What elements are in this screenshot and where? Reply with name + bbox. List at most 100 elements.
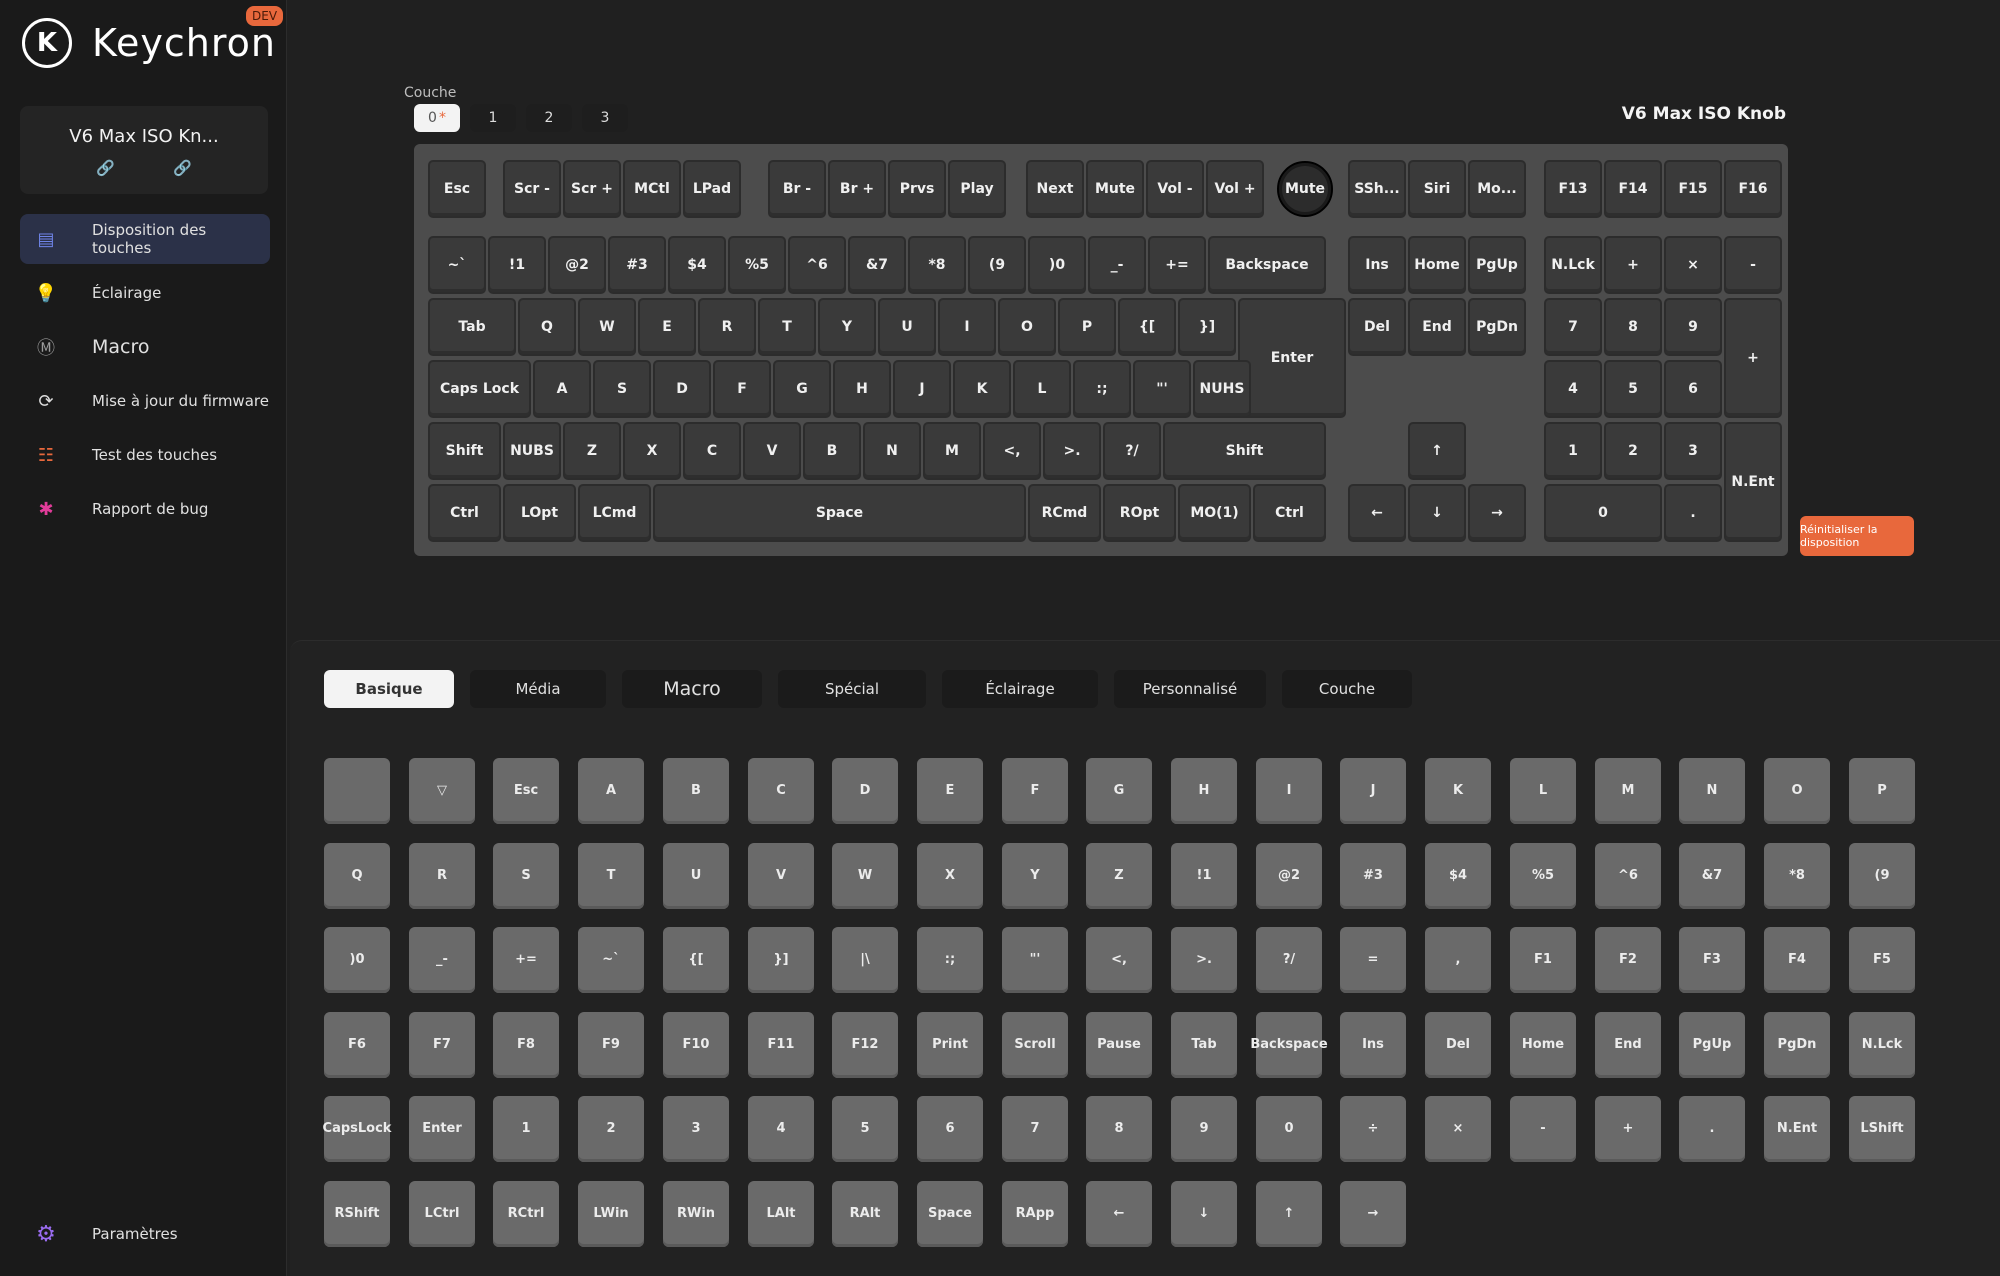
keyboard-key[interactable]: Z xyxy=(563,422,621,480)
sidebar-item-lighting[interactable]: 💡 Éclairage xyxy=(20,268,270,318)
settings-button[interactable]: ⚙ Paramètres xyxy=(34,1222,177,1247)
keyboard-key[interactable]: LPad xyxy=(683,160,741,218)
keyboard-key[interactable]: ~ ` xyxy=(428,236,486,294)
tab-éclairage[interactable]: Éclairage xyxy=(942,670,1098,708)
keyboard-key[interactable]: Br + xyxy=(828,160,886,218)
keyboard-key[interactable]: Scr + xyxy=(563,160,621,218)
keycode-button[interactable]: Space xyxy=(917,1181,983,1247)
keyboard-key[interactable]: Shift xyxy=(428,422,501,480)
keyboard-key[interactable]: R xyxy=(698,298,756,356)
keycode-button[interactable]: 2 xyxy=(578,1096,644,1162)
keycode-button[interactable]: ) 0 xyxy=(324,927,390,993)
keycode-button[interactable] xyxy=(324,758,390,824)
keyboard-key[interactable]: N.Ent xyxy=(1724,422,1782,542)
keycode-button[interactable]: B xyxy=(663,758,729,824)
keyboard-key[interactable]: Ctrl xyxy=(428,484,501,542)
keyboard-key[interactable]: I xyxy=(938,298,996,356)
keycode-button[interactable]: ^ 6 xyxy=(1595,843,1661,909)
keycode-button[interactable]: + = xyxy=(493,927,559,993)
keycode-button[interactable]: F5 xyxy=(1849,927,1915,993)
keyboard-key[interactable]: PgDn xyxy=(1468,298,1526,356)
keycode-button[interactable]: × xyxy=(1425,1096,1491,1162)
keycode-button[interactable]: RCtrl xyxy=(493,1181,559,1247)
keyboard-key[interactable]: Vol - xyxy=(1146,160,1204,218)
tab-couche[interactable]: Couche xyxy=(1282,670,1412,708)
keycode-button[interactable]: Tab xyxy=(1171,1012,1237,1078)
keyboard-key[interactable]: 5 xyxy=(1604,360,1662,418)
keycode-button[interactable]: C xyxy=(748,758,814,824)
keycode-button[interactable]: F1 xyxy=(1510,927,1576,993)
sidebar-item-macro[interactable]: Ⓜ Macro xyxy=(20,322,270,372)
keycode-button[interactable]: F2 xyxy=(1595,927,1661,993)
keyboard-key[interactable]: :; xyxy=(1073,360,1131,418)
keyboard-key[interactable]: Tab xyxy=(428,298,516,356)
keycode-button[interactable]: W xyxy=(832,843,898,909)
keycode-button[interactable]: F11 xyxy=(748,1012,814,1078)
keycode-button[interactable]: 4 xyxy=(748,1096,814,1162)
keyboard-key[interactable]: Mute xyxy=(1277,161,1333,217)
tab-macro[interactable]: Macro xyxy=(622,670,762,708)
keycode-button[interactable]: O xyxy=(1764,758,1830,824)
keyboard-key[interactable]: End xyxy=(1408,298,1466,356)
keyboard-key[interactable]: D xyxy=(653,360,711,418)
keycode-button[interactable]: ÷ xyxy=(1340,1096,1406,1162)
keycode-button[interactable]: Enter xyxy=(409,1096,475,1162)
keyboard-key[interactable]: }] xyxy=(1178,298,1236,356)
keyboard-key[interactable]: + xyxy=(1724,298,1782,418)
keycode-button[interactable]: J xyxy=(1340,758,1406,824)
keycode-button[interactable]: Backsp ace xyxy=(1250,1012,1328,1078)
link-icon[interactable]: 🔗 xyxy=(173,159,192,177)
keyboard-key[interactable]: - xyxy=(1724,236,1782,294)
keycode-button[interactable]: _ - xyxy=(409,927,475,993)
keycode-button[interactable]: 0 xyxy=(1256,1096,1322,1162)
keyboard-key[interactable]: F13 xyxy=(1544,160,1602,218)
keycode-button[interactable]: Ins xyxy=(1340,1012,1406,1078)
keycode-button[interactable]: LCtrl xyxy=(409,1181,475,1247)
sidebar-item-keytest[interactable]: ☷ Test des touches xyxy=(20,430,270,480)
tab-média[interactable]: Média xyxy=(470,670,606,708)
keyboard-key[interactable]: ) 0 xyxy=(1028,236,1086,294)
keyboard-key[interactable]: ROpt xyxy=(1103,484,1176,542)
keyboard-key[interactable]: Siri xyxy=(1408,160,1466,218)
keyboard-key[interactable]: >. xyxy=(1043,422,1101,480)
keyboard-key[interactable]: + = xyxy=(1148,236,1206,294)
keyboard-key[interactable]: Next xyxy=(1026,160,1084,218)
keyboard-key[interactable]: + xyxy=(1604,236,1662,294)
keycode-button[interactable]: ↑ xyxy=(1256,1181,1322,1247)
keyboard-key[interactable]: Ins xyxy=(1348,236,1406,294)
keycode-button[interactable]: F4 xyxy=(1764,927,1830,993)
keyboard-key[interactable]: $4 xyxy=(668,236,726,294)
keycode-button[interactable]: ▽ xyxy=(409,758,475,824)
keyboard-key[interactable]: MCtl xyxy=(623,160,681,218)
sidebar-item-bug[interactable]: ✱ Rapport de bug xyxy=(20,484,270,534)
keyboard-key[interactable]: Ctrl xyxy=(1253,484,1326,542)
keyboard-key[interactable]: @2 xyxy=(548,236,606,294)
keyboard-key[interactable]: 2 xyxy=(1604,422,1662,480)
keyboard-key[interactable]: ! 1 xyxy=(488,236,546,294)
keycode-button[interactable]: Del xyxy=(1425,1012,1491,1078)
keyboard-key[interactable]: ? / xyxy=(1103,422,1161,480)
keyboard-key[interactable]: 8 xyxy=(1604,298,1662,356)
keycode-button[interactable]: & 7 xyxy=(1679,843,1745,909)
keycode-button[interactable]: ← xyxy=(1086,1181,1152,1247)
keyboard-key[interactable]: Mute xyxy=(1086,160,1144,218)
keyboard-key[interactable]: % 5 xyxy=(728,236,786,294)
keycode-button[interactable]: ? / xyxy=(1256,927,1322,993)
keycode-button[interactable]: + xyxy=(1595,1096,1661,1162)
keycode-button[interactable]: P xyxy=(1849,758,1915,824)
keycode-button[interactable]: 8 xyxy=(1086,1096,1152,1162)
keycode-button[interactable]: = xyxy=(1340,927,1406,993)
keycode-button[interactable]: ↓ xyxy=(1171,1181,1237,1247)
keycode-button[interactable]: F xyxy=(1002,758,1068,824)
keyboard-key[interactable]: . xyxy=(1664,484,1722,542)
keyboard-key[interactable]: U xyxy=(878,298,936,356)
keyboard-key[interactable]: {[ xyxy=(1118,298,1176,356)
keycode-button[interactable]: V xyxy=(748,843,814,909)
keycode-button[interactable]: (9 xyxy=(1849,843,1915,909)
keycode-button[interactable]: F3 xyxy=(1679,927,1745,993)
keycode-button[interactable]: E xyxy=(917,758,983,824)
keyboard-key[interactable]: J xyxy=(893,360,951,418)
keyboard-key[interactable]: NUHS xyxy=(1193,360,1251,418)
keyboard-key[interactable]: Backspace xyxy=(1208,236,1326,294)
keycode-button[interactable]: S xyxy=(493,843,559,909)
